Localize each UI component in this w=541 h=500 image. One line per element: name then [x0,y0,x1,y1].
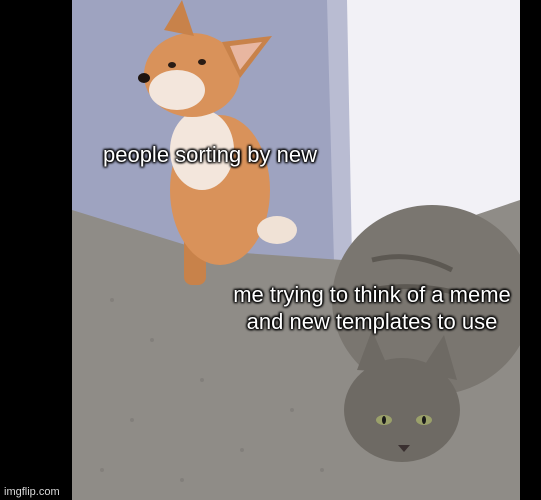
photo-illustration [72,0,520,500]
bottom-caption: me trying to think of a meme and new tem… [233,282,511,334]
imgflip-watermark: imgflip.com [4,486,60,498]
meme-canvas: people sorting by new me trying to think… [0,0,541,500]
meme-photo [72,0,520,500]
top-caption: people sorting by new [102,142,318,167]
